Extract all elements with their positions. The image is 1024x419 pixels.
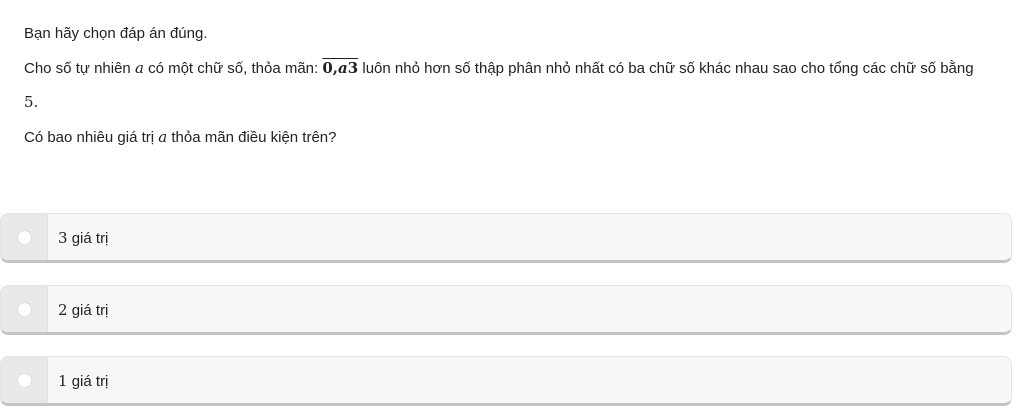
question-prompt: Có bao nhiêu giá trị a thỏa mãn điều kiệ… xyxy=(24,125,337,150)
radio-button-icon[interactable] xyxy=(17,302,32,317)
radio-column xyxy=(1,214,48,260)
radio-button-icon[interactable] xyxy=(17,230,32,245)
answer-option-2[interactable]: 2 giá trị xyxy=(0,285,1012,335)
answer-number: 3 xyxy=(58,229,68,247)
radio-button-icon[interactable] xyxy=(17,373,32,388)
answer-option-3[interactable]: 1 giá trị xyxy=(0,356,1012,406)
prompt-text-2: thỏa mãn điều kiện trên? xyxy=(167,129,337,146)
overline-variable: a xyxy=(338,59,348,77)
answer-text: giá trị xyxy=(67,373,109,390)
radio-column xyxy=(1,286,48,332)
statement-text-2: có một chữ số, thỏa mãn: xyxy=(143,60,323,77)
prompt-text-1: Có bao nhiêu giá trị xyxy=(24,129,159,146)
answer-text: giá trị xyxy=(67,302,109,319)
radio-column xyxy=(1,357,48,403)
prompt-variable-a: a xyxy=(158,128,168,146)
answer-label: 1 giá trị xyxy=(58,371,108,392)
overline-decimal: 0,a3 xyxy=(322,59,358,77)
statement-continuation: 5. xyxy=(24,93,39,111)
overline-prefix: 0, xyxy=(322,59,339,77)
variable-a: a xyxy=(134,59,144,77)
question-instruction: Bạn hãy chọn đáp án đúng. xyxy=(24,25,208,42)
statement-text-3: luôn nhỏ hơn số thập phân nhỏ nhất có ba… xyxy=(358,60,974,77)
answer-label: 2 giá trị xyxy=(58,300,108,321)
statement-text-1: Cho số tự nhiên xyxy=(24,60,135,77)
answer-number: 2 xyxy=(58,301,68,319)
answer-option-1[interactable]: 3 giá trị xyxy=(0,213,1012,263)
question-statement: Cho số tự nhiên a có một chữ số, thỏa mã… xyxy=(24,56,974,81)
answer-text: giá trị xyxy=(67,230,109,247)
answer-number: 1 xyxy=(58,372,68,390)
overline-suffix: 3 xyxy=(347,59,359,77)
answer-label: 3 giá trị xyxy=(58,228,108,249)
